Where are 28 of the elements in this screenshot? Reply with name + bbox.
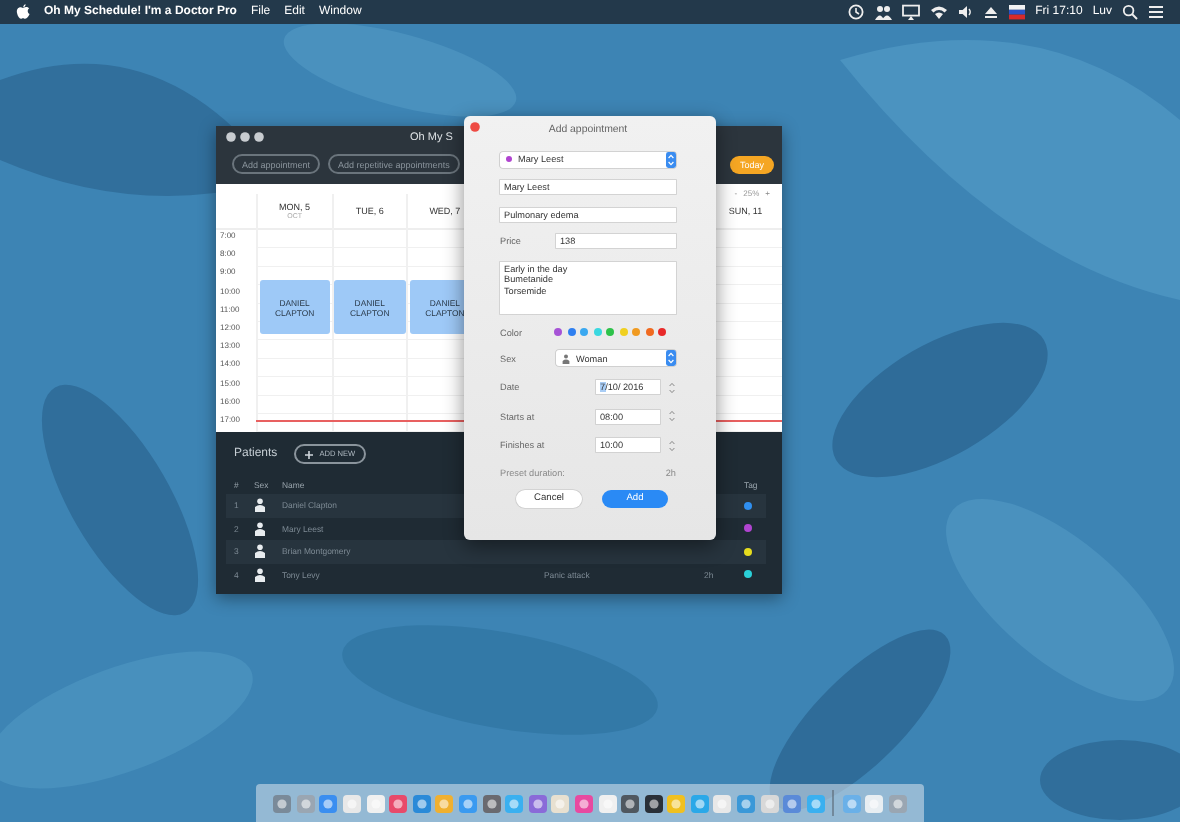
color-swatch[interactable] <box>567 328 575 337</box>
color-swatch[interactable] <box>632 328 640 337</box>
clock-icon <box>847 4 864 20</box>
color-swatch[interactable] <box>645 328 653 337</box>
wifi-icon <box>929 4 948 20</box>
color-swatch[interactable] <box>619 328 627 337</box>
person-icon <box>254 567 266 582</box>
color-swatch[interactable] <box>606 328 614 337</box>
person-icon <box>562 353 570 364</box>
color-swatch[interactable] <box>554 328 562 337</box>
search-icon <box>1122 4 1138 20</box>
person-icon <box>254 544 266 559</box>
list-icon <box>1148 4 1164 20</box>
person-icon <box>254 521 266 536</box>
speaker-icon <box>957 4 974 20</box>
people-icon <box>873 4 892 20</box>
display-icon <box>901 4 920 20</box>
color-swatch[interactable] <box>658 328 666 337</box>
apple-icon <box>16 4 30 20</box>
plus-icon <box>303 449 314 459</box>
stepper-icon <box>666 151 676 168</box>
color-swatch[interactable] <box>580 328 588 337</box>
person-icon <box>254 498 266 513</box>
flag-icon <box>1007 4 1026 20</box>
eject-icon <box>983 4 998 20</box>
color-swatch[interactable] <box>593 328 601 337</box>
close-button[interactable] <box>470 122 480 132</box>
stepper-icon <box>666 350 676 367</box>
